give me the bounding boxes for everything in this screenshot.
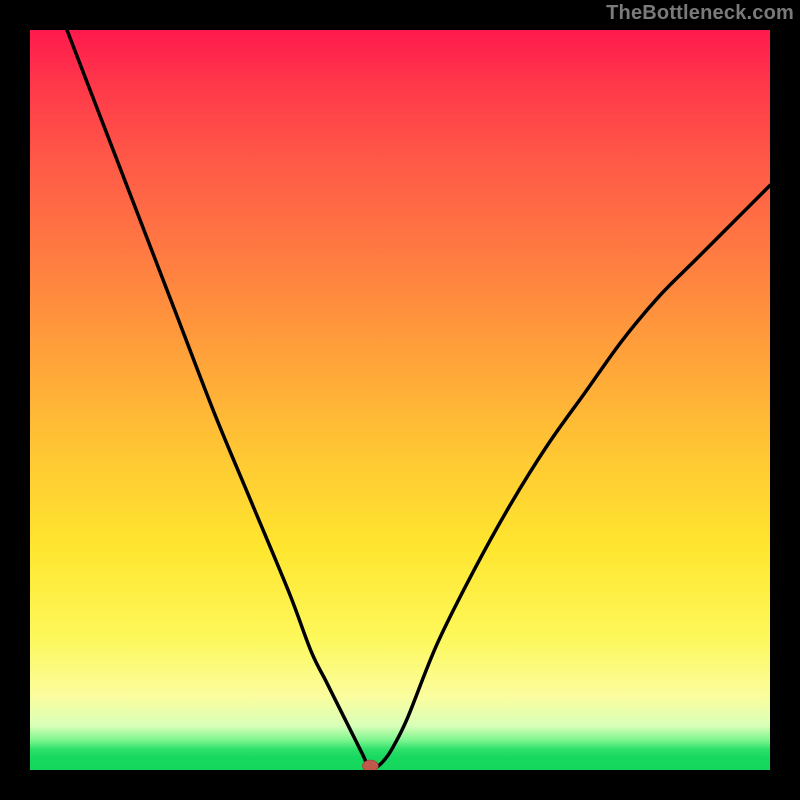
optimum-marker	[362, 760, 378, 770]
watermark-text: TheBottleneck.com	[606, 2, 794, 25]
curve-path	[67, 30, 770, 770]
bottleneck-curve	[30, 30, 770, 770]
plot-area	[30, 30, 770, 770]
chart-frame: TheBottleneck.com	[0, 0, 800, 800]
